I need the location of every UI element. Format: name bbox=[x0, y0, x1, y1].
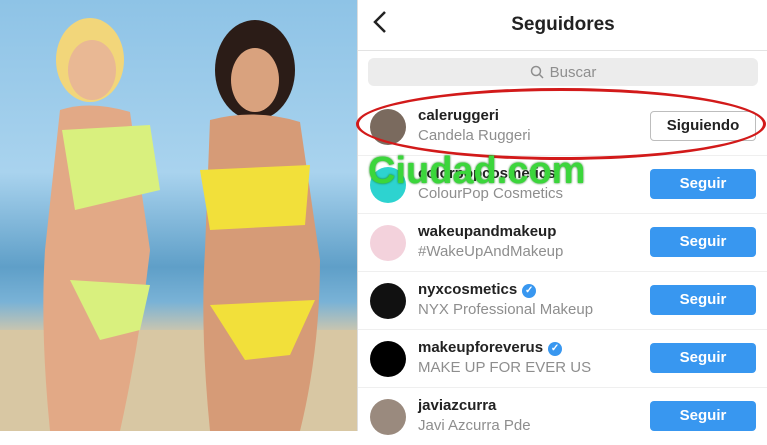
list-item[interactable]: javiazcurra Javi Azcurra Pde Seguir bbox=[358, 387, 767, 445]
search-icon bbox=[530, 65, 544, 79]
username-text[interactable]: nyxcosmetics bbox=[418, 281, 517, 298]
username[interactable]: nyxcosmetics ✓ bbox=[418, 281, 537, 298]
followers-panel: Seguidores Buscar caleruggeri Candela Ru… bbox=[357, 0, 767, 435]
follow-button[interactable]: Seguir bbox=[650, 227, 756, 257]
search-placeholder: Buscar bbox=[549, 63, 597, 81]
avatar[interactable] bbox=[370, 225, 406, 261]
page-title: Seguidores bbox=[511, 14, 615, 35]
list-item[interactable]: makeupforeverus ✓ MAKE UP FOR EVER US Seg… bbox=[358, 329, 767, 388]
search-input[interactable]: Buscar bbox=[368, 58, 758, 86]
avatar[interactable] bbox=[370, 109, 406, 145]
beach-photo bbox=[0, 0, 357, 431]
username[interactable]: caleruggeri bbox=[418, 107, 499, 124]
top-bar: Seguidores bbox=[358, 0, 767, 51]
avatar[interactable] bbox=[370, 283, 406, 319]
full-name: NYX Professional Makeup bbox=[418, 301, 594, 318]
verified-badge-icon: ✓ bbox=[522, 284, 537, 298]
full-name: MAKE UP FOR EVER US bbox=[418, 359, 592, 376]
follow-button[interactable]: Seguir bbox=[650, 401, 756, 431]
list-item[interactable]: wakeupandmakeup #WakeUpAndMakeup Seguir bbox=[358, 213, 767, 272]
watermark: Ciudad.com bbox=[368, 150, 586, 192]
username[interactable]: wakeupandmakeup bbox=[418, 223, 556, 240]
list-item[interactable]: caleruggeri Candela Ruggeri Siguiendo bbox=[358, 97, 767, 156]
follow-button[interactable]: Seguir bbox=[650, 285, 756, 315]
username-text[interactable]: makeupforeverus bbox=[418, 339, 543, 356]
photo-illustration bbox=[0, 18, 357, 431]
avatar[interactable] bbox=[370, 399, 406, 435]
avatar[interactable] bbox=[370, 341, 406, 377]
username[interactable]: makeupforeverus ✓ bbox=[418, 339, 563, 356]
follow-button[interactable]: Seguir bbox=[650, 343, 756, 373]
full-name: #WakeUpAndMakeup bbox=[418, 243, 564, 260]
verified-badge-icon: ✓ bbox=[548, 342, 563, 356]
username[interactable]: javiazcurra bbox=[418, 397, 496, 414]
full-name: Javi Azcurra Pde bbox=[418, 417, 531, 434]
following-button[interactable]: Siguiendo bbox=[650, 111, 756, 141]
full-name: Candela Ruggeri bbox=[418, 127, 531, 144]
follow-button[interactable]: Seguir bbox=[650, 169, 756, 199]
list-item[interactable]: nyxcosmetics ✓ NYX Professional Makeup Se… bbox=[358, 271, 767, 330]
